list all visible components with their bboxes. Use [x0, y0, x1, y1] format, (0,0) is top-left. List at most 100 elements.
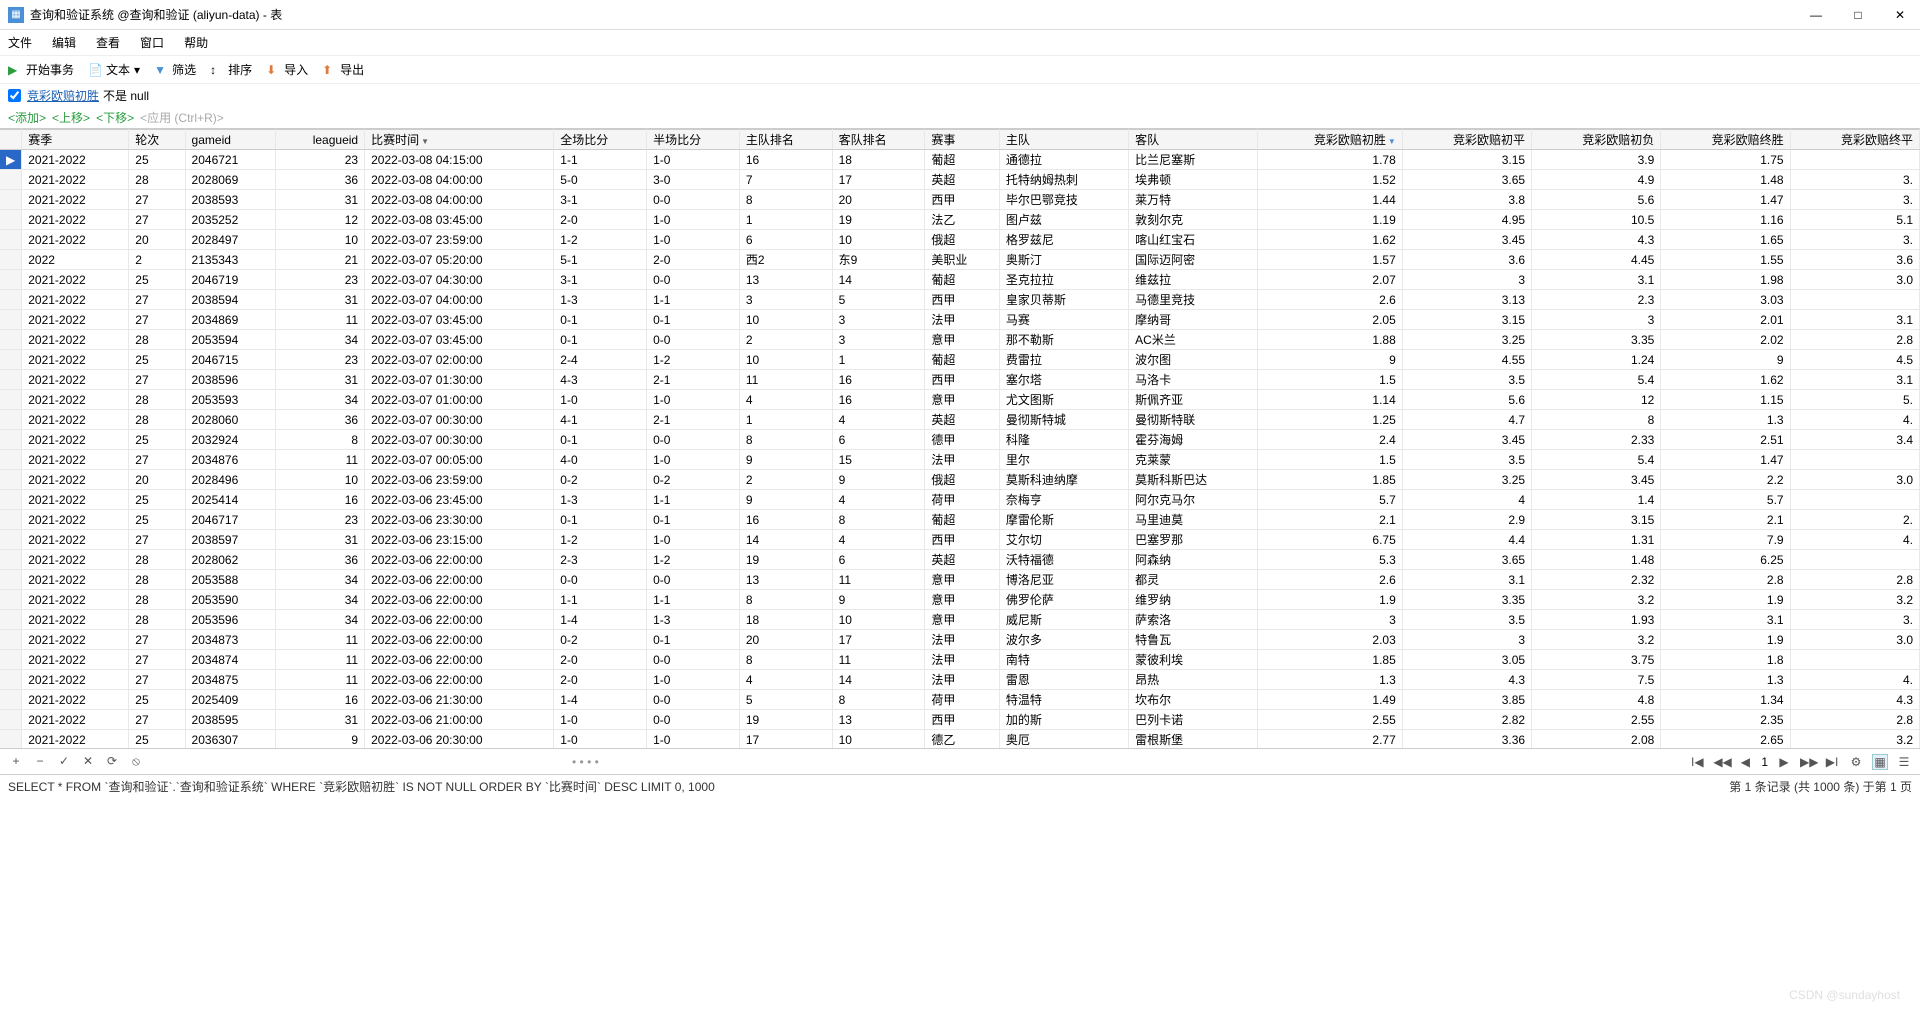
grid-view-icon[interactable]: ▦ — [1872, 754, 1888, 770]
cell[interactable]: 格罗兹尼 — [999, 230, 1128, 250]
cell[interactable]: 1-1 — [647, 590, 740, 610]
table-row[interactable]: 2021-2022252025409162022-03-06 21:30:001… — [0, 690, 1920, 710]
cell[interactable]: 2.8 — [1790, 570, 1919, 590]
cell[interactable]: 2022-03-07 04:00:00 — [365, 290, 554, 310]
cell[interactable]: 2.33 — [1532, 430, 1661, 450]
down-link[interactable]: <下移> — [96, 109, 134, 126]
col-header[interactable]: 赛季 — [22, 130, 129, 150]
col-header[interactable]: 半场比分 — [647, 130, 740, 150]
cell[interactable]: 2.02 — [1661, 330, 1790, 350]
cell[interactable]: 1.25 — [1258, 410, 1402, 430]
table-row[interactable]: 2021-2022272034869112022-03-07 03:45:000… — [0, 310, 1920, 330]
cell[interactable]: 2021-2022 — [22, 190, 129, 210]
cell[interactable]: 16 — [739, 510, 832, 530]
cell[interactable]: 11 — [276, 310, 365, 330]
cell[interactable]: 雷恩 — [999, 670, 1128, 690]
cell[interactable]: 4.3 — [1402, 670, 1531, 690]
cell[interactable]: 1.62 — [1661, 370, 1790, 390]
col-header[interactable]: 赛事 — [925, 130, 1000, 150]
cell[interactable]: 2022-03-07 03:45:00 — [365, 330, 554, 350]
cell[interactable]: 1.98 — [1661, 270, 1790, 290]
cell[interactable]: 1-1 — [647, 290, 740, 310]
cell[interactable]: 16 — [832, 390, 925, 410]
cell[interactable]: 15 — [832, 450, 925, 470]
cell[interactable]: 23 — [276, 350, 365, 370]
cell[interactable]: 1-2 — [554, 230, 647, 250]
refresh-button[interactable]: ⟳ — [104, 754, 120, 769]
cell[interactable]: 2022-03-06 22:00:00 — [365, 670, 554, 690]
table-row[interactable]: 2021-2022252046719232022-03-07 04:30:003… — [0, 270, 1920, 290]
cell[interactable]: 1.48 — [1532, 550, 1661, 570]
cell[interactable]: 0-1 — [554, 430, 647, 450]
cell[interactable]: 8 — [1532, 410, 1661, 430]
cell[interactable]: 20 — [129, 470, 185, 490]
table-row[interactable]: 202222135343212022-03-07 05:20:005-12-0西… — [0, 250, 1920, 270]
cell[interactable]: 14 — [832, 270, 925, 290]
cell[interactable]: 9 — [832, 470, 925, 490]
cell[interactable]: 博洛尼亚 — [999, 570, 1128, 590]
first-page-button[interactable]: I◀ — [1689, 755, 1705, 769]
cell[interactable]: 0-1 — [554, 510, 647, 530]
cell[interactable]: 34 — [276, 390, 365, 410]
cell[interactable]: 10 — [739, 350, 832, 370]
cell[interactable]: 2-0 — [554, 670, 647, 690]
cell[interactable]: 28 — [129, 590, 185, 610]
cell[interactable]: 1.5 — [1258, 450, 1402, 470]
cell[interactable]: 3.35 — [1402, 590, 1531, 610]
cell[interactable]: 7.9 — [1661, 530, 1790, 550]
cell[interactable]: 威尼斯 — [999, 610, 1128, 630]
cell[interactable]: 2053590 — [185, 590, 276, 610]
cell[interactable]: 2022-03-06 23:30:00 — [365, 510, 554, 530]
cell[interactable]: 3.36 — [1402, 730, 1531, 749]
cell[interactable]: 3.05 — [1402, 650, 1531, 670]
cell[interactable]: 1.47 — [1661, 450, 1790, 470]
cell[interactable]: 9 — [1661, 350, 1790, 370]
cell[interactable]: 5.1 — [1790, 210, 1919, 230]
cell[interactable]: 11 — [739, 370, 832, 390]
cell[interactable]: 25 — [129, 690, 185, 710]
col-header[interactable]: 竞彩欧赔初平 — [1402, 130, 1531, 150]
cell[interactable]: 25 — [129, 150, 185, 170]
cell[interactable]: 6 — [739, 230, 832, 250]
cell[interactable]: 13 — [739, 570, 832, 590]
cell[interactable]: 里尔 — [999, 450, 1128, 470]
cell[interactable]: 通德拉 — [999, 150, 1128, 170]
cell[interactable]: 11 — [276, 450, 365, 470]
cell[interactable]: 2021-2022 — [22, 730, 129, 749]
cell[interactable]: 10 — [832, 730, 925, 749]
cell[interactable]: 27 — [129, 450, 185, 470]
cell[interactable]: 28 — [129, 570, 185, 590]
cell[interactable]: 34 — [276, 570, 365, 590]
cell[interactable]: 2.8 — [1661, 570, 1790, 590]
cell[interactable]: 意甲 — [925, 390, 1000, 410]
cell[interactable]: 19 — [832, 210, 925, 230]
table-row[interactable]: 2021-2022272034873112022-03-06 22:00:000… — [0, 630, 1920, 650]
cell[interactable]: 图卢兹 — [999, 210, 1128, 230]
cell[interactable]: 2021-2022 — [22, 450, 129, 470]
cell[interactable]: 2021-2022 — [22, 670, 129, 690]
menu-window[interactable]: 窗口 — [140, 34, 164, 51]
cell[interactable]: 1.85 — [1258, 470, 1402, 490]
cell[interactable]: 1.24 — [1532, 350, 1661, 370]
settings-icon[interactable]: ⚙ — [1848, 755, 1864, 769]
table-row[interactable]: 2021-2022252046715232022-03-07 02:00:002… — [0, 350, 1920, 370]
cell[interactable]: 18 — [832, 150, 925, 170]
cell[interactable]: 2021-2022 — [22, 610, 129, 630]
cell[interactable]: 2-0 — [554, 210, 647, 230]
cell[interactable]: 8 — [739, 650, 832, 670]
cell[interactable]: 1-3 — [554, 490, 647, 510]
cell[interactable] — [1790, 650, 1919, 670]
cell[interactable]: 1.8 — [1661, 650, 1790, 670]
cell[interactable]: 13 — [739, 270, 832, 290]
cell[interactable]: 4.3 — [1532, 230, 1661, 250]
cell[interactable]: 1 — [832, 350, 925, 370]
cell[interactable]: 2-3 — [554, 550, 647, 570]
cell[interactable]: 波尔图 — [1129, 350, 1258, 370]
cell[interactable]: 3.15 — [1402, 310, 1531, 330]
cell[interactable]: 3.03 — [1661, 290, 1790, 310]
cell[interactable]: 0-0 — [647, 690, 740, 710]
cell[interactable]: 3.5 — [1402, 370, 1531, 390]
cell[interactable]: 3 — [1258, 610, 1402, 630]
cell[interactable]: 36 — [276, 410, 365, 430]
cell[interactable]: 2.05 — [1258, 310, 1402, 330]
